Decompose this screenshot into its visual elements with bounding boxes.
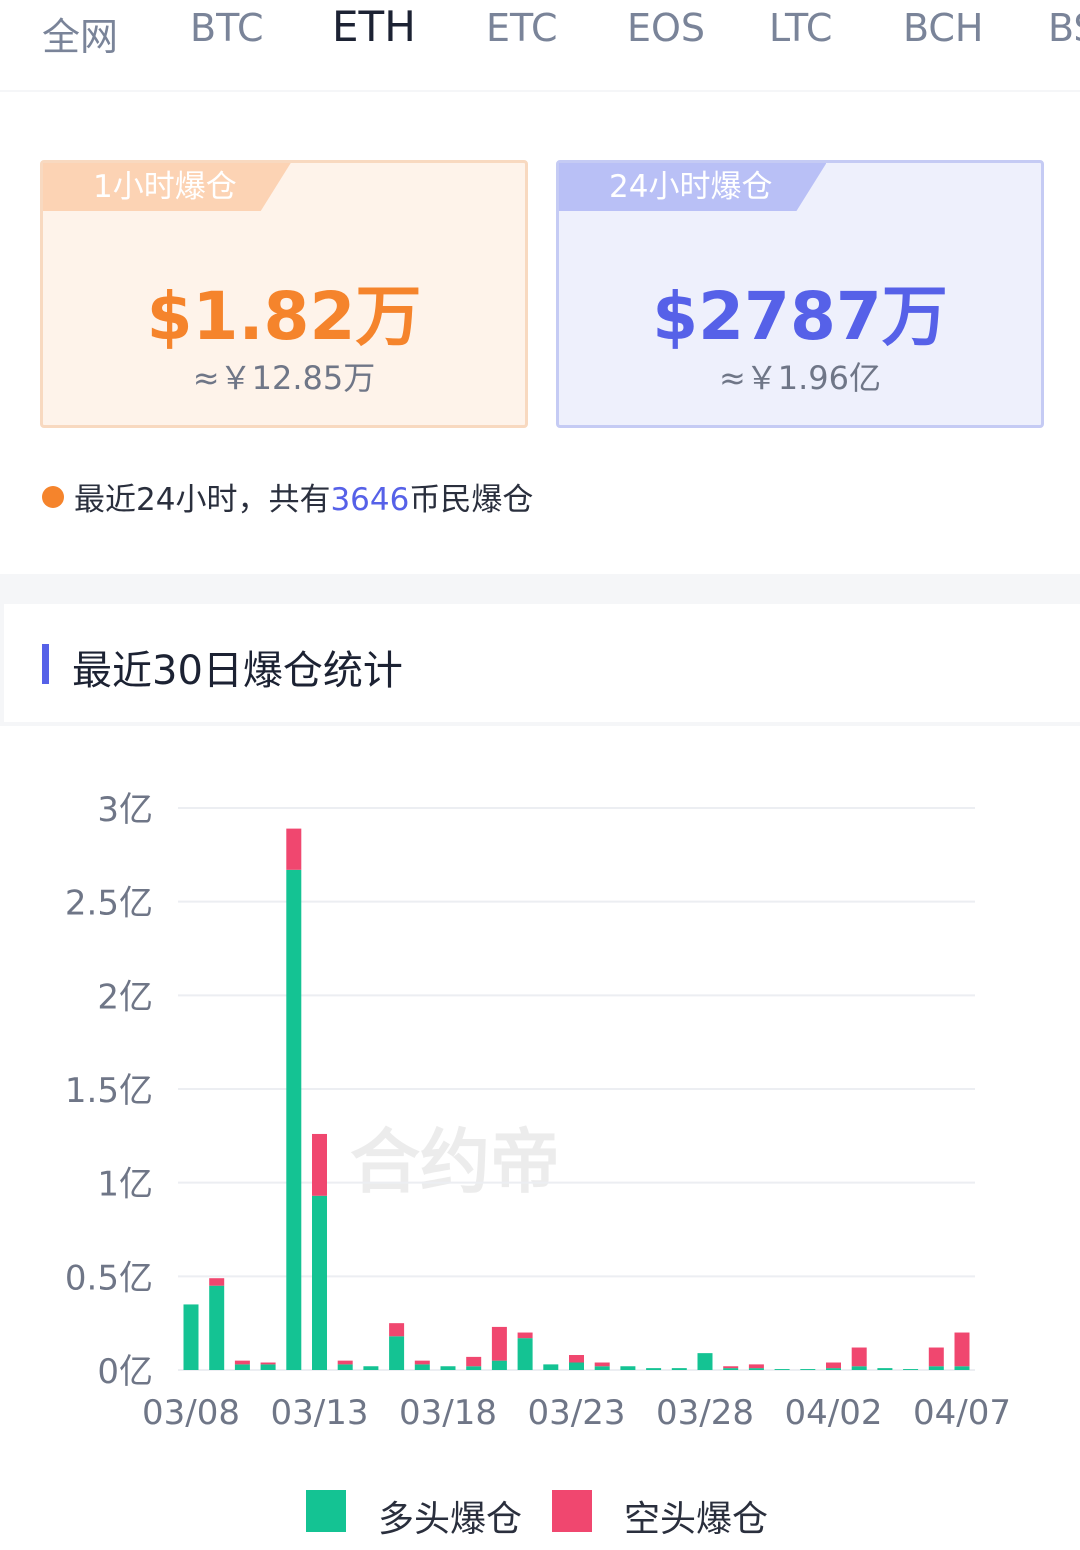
section-title: 最近30日爆仓统计 <box>72 648 403 694</box>
one-hour-liquidation-card: 1小时爆仓 $1.82万 ≈￥12.85万 <box>40 160 528 428</box>
orange-dot-icon <box>42 486 64 508</box>
y-tick-label: 1亿 <box>97 1165 153 1205</box>
tab-6[interactable]: BCH <box>903 6 984 50</box>
short-bar <box>594 1362 610 1367</box>
day-liquidation-card: 24小时爆仓 $2787万 ≈￥1.96亿 <box>556 160 1044 428</box>
short-bar <box>389 1323 405 1337</box>
x-tick-label: 03/28 <box>656 1393 754 1433</box>
day-usd-value: $2787万 <box>652 278 948 355</box>
short-bar <box>337 1360 353 1365</box>
long-bar <box>826 1368 841 1370</box>
long-bar <box>569 1362 584 1370</box>
chart-legend: 多头爆仓 空头爆仓 <box>0 1490 1080 1540</box>
coin-tab-bar: 全网 BTC ETH ETC EOS LTC BCH BSV <box>0 0 1080 90</box>
y-tick-label: 0亿 <box>97 1352 153 1392</box>
long-bar <box>466 1366 482 1370</box>
short-bar <box>491 1326 507 1361</box>
y-tick-label: 2.5亿 <box>65 884 153 924</box>
tab-7[interactable]: BSV <box>1048 6 1080 50</box>
long-bar <box>286 869 302 1370</box>
long-bar <box>440 1366 456 1370</box>
long-bar <box>183 1304 199 1370</box>
x-tick-label: 03/13 <box>271 1393 369 1433</box>
legend-short-label: 空头爆仓 <box>624 1499 769 1540</box>
short-bar <box>748 1364 764 1369</box>
short-bar <box>517 1332 533 1339</box>
note-suffix: 币民爆仓 <box>409 482 534 518</box>
tab-2[interactable]: ETH <box>332 2 416 51</box>
section-accent-bar <box>42 644 49 684</box>
section-header: 最近30日爆仓统计 <box>4 604 1080 722</box>
long-bar <box>620 1366 636 1370</box>
long-bar <box>851 1366 867 1370</box>
tab-3[interactable]: ETC <box>486 6 558 50</box>
short-bar <box>209 1278 225 1286</box>
long-bar <box>209 1285 225 1370</box>
short-bar <box>851 1347 867 1367</box>
long-bar <box>594 1366 610 1370</box>
y-tick-label: 2亿 <box>97 977 153 1017</box>
x-tick-label: 04/02 <box>785 1393 883 1433</box>
short-bar <box>928 1347 944 1367</box>
long-bar <box>543 1364 559 1370</box>
long-bar <box>312 1195 327 1370</box>
short-bar <box>260 1362 276 1365</box>
short-bar <box>414 1360 430 1365</box>
liquidated-users-note: 最近24小时，共有3646币民爆仓 <box>42 474 533 519</box>
x-tick-label: 03/08 <box>142 1393 240 1433</box>
legend-long-label: 多头爆仓 <box>378 1499 523 1540</box>
long-bar <box>800 1369 816 1370</box>
long-bar <box>363 1366 379 1370</box>
liquidated-user-count: 3646 <box>330 482 410 518</box>
long-bar <box>414 1364 430 1370</box>
day-cny-value: ≈￥1.96亿 <box>718 359 882 397</box>
long-bar <box>774 1369 790 1370</box>
x-tick-label: 03/23 <box>528 1393 626 1433</box>
y-tick-label: 1.5亿 <box>65 1071 153 1111</box>
one-hour-usd-value: $1.82万 <box>146 278 422 355</box>
long-bar <box>646 1368 662 1370</box>
one-hour-label: 1小时爆仓 <box>43 163 291 211</box>
short-bar <box>723 1366 739 1369</box>
long-bar <box>723 1368 739 1370</box>
long-bar <box>877 1368 893 1370</box>
long-bar <box>903 1369 919 1370</box>
long-bar <box>260 1364 276 1370</box>
one-hour-cny-value: ≈￥12.85万 <box>192 359 376 397</box>
short-bar <box>569 1355 584 1363</box>
long-bar <box>234 1364 250 1370</box>
legend-short-swatch <box>552 1490 592 1532</box>
liquidation-summary: 1小时爆仓 $1.82万 ≈￥12.85万 24小时爆仓 $2787万 ≈￥1.… <box>0 92 1080 574</box>
long-bar <box>491 1360 507 1370</box>
long-bar <box>517 1338 533 1370</box>
short-bar <box>234 1360 250 1365</box>
long-bar <box>671 1368 687 1370</box>
long-bar <box>389 1336 405 1370</box>
y-tick-label: 0.5亿 <box>65 1258 153 1298</box>
long-bar <box>954 1366 970 1370</box>
tab-4[interactable]: EOS <box>627 6 705 50</box>
x-tick-label: 04/07 <box>913 1393 1011 1433</box>
day-label: 24小时爆仓 <box>559 163 826 211</box>
long-bar <box>337 1364 353 1370</box>
y-tick-label: 3亿 <box>97 790 153 830</box>
long-bar <box>697 1353 713 1370</box>
tab-1[interactable]: BTC <box>190 6 264 50</box>
x-tick-label: 03/18 <box>399 1393 497 1433</box>
tab-0[interactable]: 全网 <box>42 6 118 61</box>
long-bar <box>748 1368 764 1370</box>
legend-long-swatch <box>306 1490 346 1532</box>
tab-5[interactable]: LTC <box>769 6 832 50</box>
liquidation-chart-panel: 合约帝 0亿 0.5亿 1亿 1.5亿 2亿 2.5亿 3亿 03/08 03/13 03/18 0… <box>0 726 1080 1550</box>
short-bar <box>286 828 302 870</box>
short-bar <box>954 1332 970 1367</box>
liquidation-bar-chart: 0亿 0.5亿 1亿 1.5亿 2亿 2.5亿 3亿 03/08 03/13 03/18 03/23… <box>65 790 1011 1433</box>
short-bar <box>826 1362 841 1369</box>
short-bar <box>466 1356 482 1367</box>
note-prefix: 最近24小时，共有 <box>74 482 331 518</box>
short-bar <box>312 1133 327 1196</box>
long-bar <box>928 1366 944 1370</box>
